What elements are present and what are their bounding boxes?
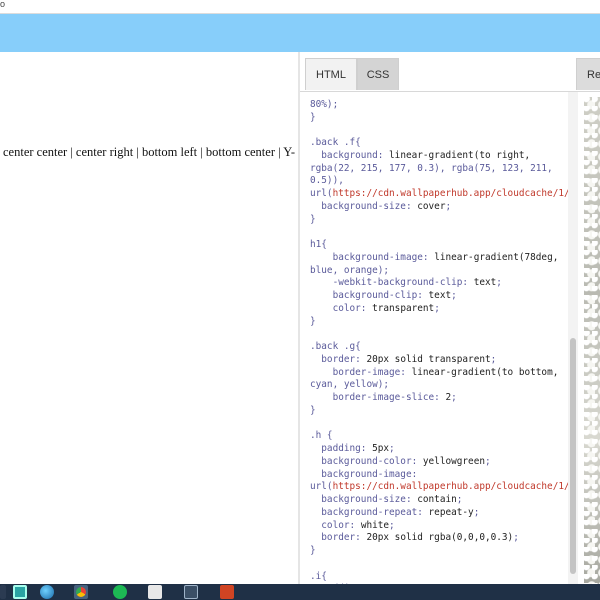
- taskbar-document-icon[interactable]: [148, 585, 162, 599]
- code-text: 80%); } .back .f{ background: linear-gra…: [310, 98, 568, 584]
- taskbar-window-icon[interactable]: [184, 585, 198, 599]
- taskbar-app-icon[interactable]: [13, 585, 27, 599]
- editor-scrollbar-thumb[interactable]: [570, 338, 576, 574]
- taskbar-spotify-icon[interactable]: [113, 585, 127, 599]
- tab-html[interactable]: HTML: [305, 58, 357, 90]
- browser-title-strip: o: [0, 0, 600, 14]
- tab-css[interactable]: CSS: [357, 58, 399, 90]
- preview-pane: center center | center right | bottom le…: [0, 52, 298, 584]
- os-taskbar: [0, 584, 600, 600]
- background-image-texture: [584, 97, 600, 584]
- taskbar-edge-browser-icon[interactable]: [40, 585, 54, 599]
- taskbar-presentation-icon[interactable]: [220, 585, 234, 599]
- taskbar-chrome-icon[interactable]: [74, 585, 88, 599]
- title-strip-text: o: [0, 0, 6, 9]
- preview-text: center center | center right | bottom le…: [3, 145, 296, 159]
- taskbar-edge-icon[interactable]: [0, 585, 6, 599]
- run-button[interactable]: Re: [576, 58, 600, 90]
- editor-tabs: HTML CSS Re: [300, 52, 600, 92]
- page-header: [0, 14, 600, 52]
- css-code-editor[interactable]: 80%); } .back .f{ background: linear-gra…: [300, 92, 568, 584]
